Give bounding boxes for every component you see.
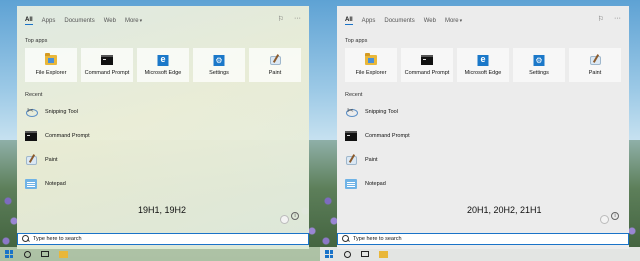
taskbar-file-explorer[interactable]	[54, 247, 72, 261]
notepad-icon	[25, 179, 37, 189]
more-options-button[interactable]: ···	[294, 15, 301, 23]
paint-icon	[345, 155, 357, 165]
taskbar-search-box[interactable]	[337, 233, 629, 245]
search-flyout: All Apps Documents Web More▾ ⚐ ··· Top a…	[337, 6, 629, 249]
start-button[interactable]	[320, 247, 338, 261]
taskbar	[0, 247, 320, 261]
flyout-toolbar: ⚐ ···	[278, 15, 301, 23]
tab-apps[interactable]: Apps	[362, 18, 376, 24]
top-apps-heading: Top apps	[345, 38, 368, 44]
cortana-ring-icon[interactable]	[280, 215, 289, 224]
taskbar-search-box[interactable]	[17, 233, 309, 245]
paint-icon	[269, 55, 281, 65]
recent-item-command-prompt[interactable]: Command Prompt	[25, 131, 90, 141]
recent-item-snipping-tool[interactable]: Snipping Tool	[345, 106, 398, 117]
command-prompt-icon	[421, 55, 433, 65]
version-caption: 19H1, 19H2	[138, 205, 187, 215]
command-prompt-icon	[345, 131, 357, 141]
top-app-paint[interactable]: Paint	[249, 48, 301, 82]
cortana-button[interactable]	[338, 247, 356, 261]
flyout-toolbar: ⚐ ···	[598, 15, 621, 23]
top-app-file-explorer[interactable]: File Explorer	[25, 48, 77, 82]
top-apps-row: File Explorer Command Prompt Microsoft E…	[345, 48, 621, 82]
paint-icon	[25, 155, 37, 165]
tab-more[interactable]: More▾	[125, 18, 142, 24]
edge-icon	[477, 54, 489, 66]
cortana-icon	[343, 250, 351, 258]
cortana-ring-icon[interactable]	[600, 215, 609, 224]
taskbar-file-explorer[interactable]	[374, 247, 392, 261]
notepad-icon	[345, 179, 357, 189]
task-view-button[interactable]	[356, 247, 374, 261]
recent-heading: Recent	[25, 92, 43, 98]
file-explorer-icon	[365, 53, 377, 65]
info-icon[interactable]: i	[611, 212, 619, 220]
tab-web[interactable]: Web	[104, 18, 116, 24]
search-input[interactable]	[33, 234, 233, 244]
feedback-icon[interactable]: ⚐	[278, 15, 284, 23]
recent-item-paint[interactable]: Paint	[25, 155, 58, 165]
recent-item-notepad[interactable]: Notepad	[25, 179, 66, 189]
start-search-panel-20h1: All Apps Documents Web More▾ ⚐ ··· Top a…	[320, 0, 640, 261]
settings-gear-icon	[533, 55, 545, 66]
recent-item-command-prompt[interactable]: Command Prompt	[345, 131, 410, 141]
windows-logo-icon	[325, 250, 333, 258]
cortana-button[interactable]	[18, 247, 36, 261]
top-app-command-prompt[interactable]: Command Prompt	[401, 48, 453, 82]
recent-item-paint[interactable]: Paint	[345, 155, 378, 165]
top-app-command-prompt[interactable]: Command Prompt	[81, 48, 133, 82]
start-search-panel-19h1: All Apps Documents Web More▾ ⚐ ··· Top a…	[0, 0, 320, 261]
paint-icon	[589, 55, 601, 65]
tab-documents[interactable]: Documents	[64, 18, 94, 24]
recent-item-notepad[interactable]: Notepad	[345, 179, 386, 189]
windows-logo-icon	[5, 250, 13, 258]
start-button[interactable]	[0, 247, 18, 261]
cortana-icon	[23, 250, 31, 258]
file-explorer-icon	[378, 250, 388, 258]
command-prompt-icon	[101, 55, 113, 65]
search-tabs: All Apps Documents Web More▾	[25, 14, 142, 28]
top-app-microsoft-edge[interactable]: Microsoft Edge	[137, 48, 189, 82]
snipping-tool-icon	[345, 106, 358, 117]
tab-all[interactable]: All	[345, 17, 353, 25]
task-view-icon	[361, 251, 369, 257]
snipping-tool-icon	[25, 106, 38, 117]
top-app-microsoft-edge[interactable]: Microsoft Edge	[457, 48, 509, 82]
command-prompt-icon	[25, 131, 37, 141]
settings-gear-icon	[213, 55, 225, 66]
search-icon	[22, 235, 30, 243]
tab-web[interactable]: Web	[424, 18, 436, 24]
file-explorer-icon	[58, 250, 68, 258]
tab-documents[interactable]: Documents	[384, 18, 414, 24]
search-icon	[342, 235, 350, 243]
version-caption: 20H1, 20H2, 21H1	[467, 205, 542, 215]
tab-more[interactable]: More▾	[445, 18, 462, 24]
top-app-settings[interactable]: Settings	[513, 48, 565, 82]
tab-all[interactable]: All	[25, 17, 33, 25]
top-app-file-explorer[interactable]: File Explorer	[345, 48, 397, 82]
top-app-paint[interactable]: Paint	[569, 48, 621, 82]
search-input[interactable]	[353, 234, 553, 244]
top-apps-row: File Explorer Command Prompt Microsoft E…	[25, 48, 301, 82]
recent-item-snipping-tool[interactable]: Snipping Tool	[25, 106, 78, 117]
chevron-down-icon: ▾	[139, 18, 143, 24]
info-icon[interactable]: i	[291, 212, 299, 220]
file-explorer-icon	[45, 53, 57, 65]
search-tabs: All Apps Documents Web More▾	[345, 14, 462, 28]
top-apps-heading: Top apps	[25, 38, 48, 44]
edge-icon	[157, 54, 169, 66]
chevron-down-icon: ▾	[459, 18, 463, 24]
more-options-button[interactable]: ···	[614, 15, 621, 23]
top-app-settings[interactable]: Settings	[193, 48, 245, 82]
feedback-icon[interactable]: ⚐	[598, 15, 604, 23]
tab-apps[interactable]: Apps	[42, 18, 56, 24]
task-view-button[interactable]	[36, 247, 54, 261]
task-view-icon	[41, 251, 49, 257]
taskbar	[320, 247, 640, 261]
recent-heading: Recent	[345, 92, 363, 98]
search-flyout: All Apps Documents Web More▾ ⚐ ··· Top a…	[17, 6, 309, 249]
